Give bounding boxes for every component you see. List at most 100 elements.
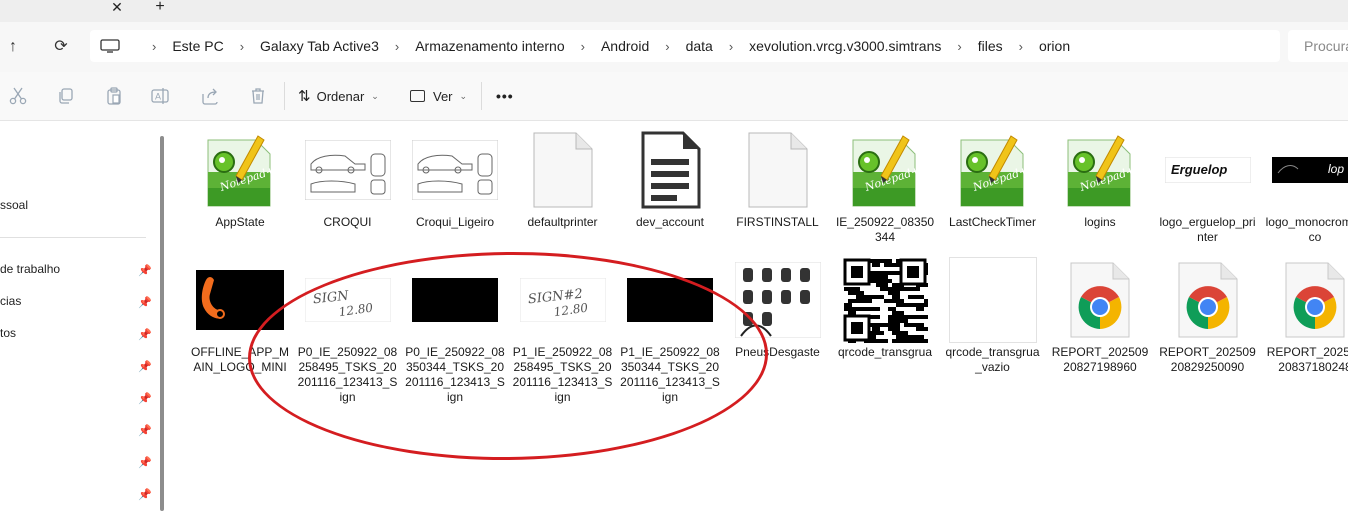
sidebar-item-personal[interactable]: ssoal <box>0 198 28 212</box>
breadcrumb-separator-icon[interactable]: › <box>138 39 170 54</box>
file-name-label: CROQUI <box>323 215 372 229</box>
sidebar-item-documents[interactable]: tos <box>0 326 16 340</box>
breadcrumb-separator-icon[interactable]: › <box>943 39 975 54</box>
file-item[interactable]: defaultprinter <box>513 129 613 230</box>
file-item[interactable]: qrcode_transgrua <box>835 257 935 360</box>
view-button[interactable]: Ver ⌄ <box>410 85 467 107</box>
sidebar-scrollbar[interactable] <box>160 136 164 511</box>
view-icon <box>410 90 425 102</box>
file-item[interactable]: REPORT_20250920827198960 <box>1050 259 1150 375</box>
blank-image-thumbnail <box>948 257 1037 343</box>
qrcode-thumbnail <box>841 257 929 343</box>
file-item[interactable]: FIRSTINSTALL <box>728 129 828 230</box>
file-item[interactable]: Notepad++ LastCheckTimer <box>943 129 1043 230</box>
breadcrumb-separator-icon[interactable]: › <box>381 39 413 54</box>
more-options-button[interactable]: ••• <box>496 85 514 107</box>
address-bar-row: ↑ ⟳ › Este PC › Galaxy Tab Active3 › Armazena… <box>0 22 1348 72</box>
chevron-down-icon: ⌄ <box>459 90 468 101</box>
breadcrumb-item[interactable]: Armazenamento interno <box>413 38 566 54</box>
view-label: Ver <box>433 88 453 104</box>
file-name-label: REPORT_20250920829250090 <box>1159 345 1256 374</box>
file-item[interactable]: Croqui_Ligeiro <box>405 129 505 230</box>
file-name-label: IE_250922_08350344 <box>835 215 935 244</box>
pin-icon: 📌 <box>138 489 152 501</box>
navigation-pane: ssoal de trabalho 📌 cias 📌 tos 📌 📌 📌 📌 📌… <box>0 121 160 511</box>
rename-icon[interactable]: A <box>150 86 170 106</box>
pin-icon: 📌 <box>138 265 152 277</box>
file-name-label: LastCheckTimer <box>949 215 1036 229</box>
breadcrumb-separator-icon[interactable]: › <box>715 39 747 54</box>
svg-text:Erguelop: Erguelop <box>1171 162 1227 177</box>
file-item[interactable]: qrcode_transgrua_vazio <box>943 257 1043 375</box>
breadcrumb-item[interactable]: files <box>976 38 1005 54</box>
sort-label: Ordenar <box>316 88 365 104</box>
text-document-icon <box>626 129 714 211</box>
chrome-file-icon <box>1056 259 1144 341</box>
pin-icon: 📌 <box>138 393 152 405</box>
car-sketch-thumbnail <box>304 129 392 211</box>
pin-icon: 📌 <box>138 361 152 373</box>
file-name-label: dev_account <box>635 215 705 229</box>
file-item[interactable]: Notepad++ IE_250922_08350344 <box>835 129 935 245</box>
paste-icon[interactable] <box>104 86 124 106</box>
svg-text:lop: lop <box>1328 162 1344 176</box>
cut-icon[interactable] <box>8 86 28 106</box>
sidebar-item-desktop[interactable]: de trabalho <box>0 262 60 276</box>
breadcrumb-item[interactable]: Android <box>599 38 651 54</box>
breadcrumb-item[interactable]: data <box>684 38 715 54</box>
refresh-icon[interactable]: ⟳ <box>50 36 72 58</box>
toolbar-divider <box>284 82 285 110</box>
file-item[interactable]: Notepad++ AppState <box>190 129 290 230</box>
breadcrumb[interactable]: › Este PC › Galaxy Tab Active3 › Armazenament… <box>90 30 1280 62</box>
blank-file-icon <box>519 129 607 211</box>
sidebar-divider <box>0 237 146 238</box>
sort-icon: ⇅ <box>298 88 311 105</box>
car-sketch-thumbnail <box>411 129 499 211</box>
breadcrumb-separator-icon[interactable]: › <box>1005 39 1037 54</box>
black-logo-thumbnail: lop <box>1271 129 1348 211</box>
blank-file-icon <box>734 129 822 211</box>
notepadpp-file-icon: Notepad++ <box>1056 129 1144 211</box>
breadcrumb-item[interactable]: xevolution.vrcg.v3000.simtrans <box>747 38 943 54</box>
file-name-label: qrcode_transgrua_vazio <box>945 345 1040 374</box>
file-name-label: logo_erguelop_printer <box>1159 215 1256 244</box>
search-input[interactable]: Procura <box>1288 30 1348 62</box>
copy-icon[interactable] <box>56 86 76 106</box>
file-item[interactable]: REPORT_20250920837180248 <box>1265 259 1348 375</box>
file-name-label: Croqui_Ligeiro <box>415 215 495 229</box>
new-tab-icon[interactable]: + <box>150 0 170 15</box>
file-item[interactable]: Erguelop logo_erguelop_printer <box>1158 129 1258 245</box>
breadcrumb-separator-icon[interactable]: › <box>651 39 683 54</box>
file-name-label: qrcode_transgrua <box>837 345 933 359</box>
file-item[interactable]: REPORT_20250920829250090 <box>1158 259 1258 375</box>
sidebar-item-downloads[interactable]: cias <box>0 294 21 308</box>
close-tab-icon[interactable]: ✕ <box>108 0 126 14</box>
svg-text:A: A <box>155 92 161 102</box>
file-item[interactable]: CROQUI <box>298 129 398 230</box>
file-item[interactable]: dev_account <box>620 129 720 230</box>
toolbar-divider <box>481 82 482 110</box>
file-name-label: AppState <box>215 215 265 229</box>
arrow-up-icon[interactable]: ↑ <box>2 36 24 58</box>
delete-icon[interactable] <box>248 86 268 106</box>
breadcrumb-separator-icon[interactable]: › <box>567 39 599 54</box>
breadcrumb-item[interactable]: Galaxy Tab Active3 <box>258 38 381 54</box>
file-item[interactable]: Notepad++ logins <box>1050 129 1150 230</box>
sort-button[interactable]: ⇅ Ordenar ⌄ <box>298 85 379 107</box>
breadcrumb-separator-icon[interactable]: › <box>226 39 258 54</box>
share-icon[interactable] <box>200 86 220 106</box>
pin-icon: 📌 <box>138 457 152 469</box>
command-bar: A ⇅ Ordenar ⌄ Ver ⌄ ••• <box>0 72 1348 121</box>
notepadpp-file-icon: Notepad++ <box>841 129 929 211</box>
file-name-label: logins <box>1084 215 1116 229</box>
breadcrumb-item[interactable]: orion <box>1037 38 1072 54</box>
breadcrumb-item[interactable]: Este PC <box>170 38 225 54</box>
tab-strip: ✕ + <box>0 0 1348 22</box>
file-name-label: REPORT_20250920837180248 <box>1266 345 1348 374</box>
chrome-file-icon <box>1164 259 1252 341</box>
pin-icon: 📌 <box>138 329 152 341</box>
notepadpp-file-icon: Notepad++ <box>949 129 1037 211</box>
file-item[interactable]: lop logo_monocromatico <box>1265 129 1348 245</box>
computer-icon <box>100 39 120 53</box>
file-name-label: FIRSTINSTALL <box>736 215 819 229</box>
